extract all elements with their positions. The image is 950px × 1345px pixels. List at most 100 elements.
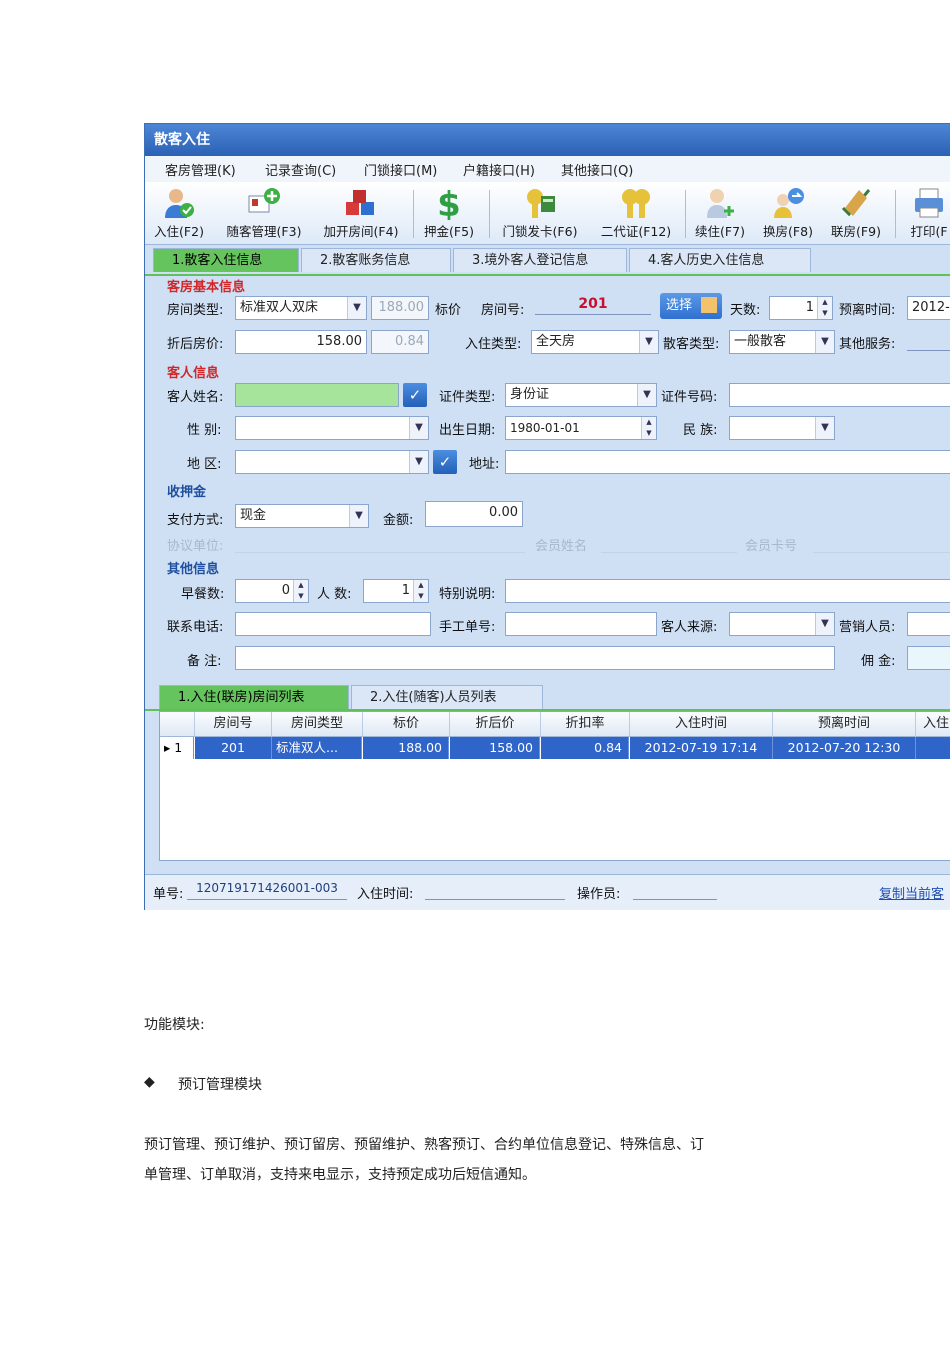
col-price[interactable]: 标价 <box>363 712 450 737</box>
user-swap-icon <box>774 188 804 218</box>
copy-guest-link[interactable]: 复制当前客 <box>879 883 944 902</box>
menu-room-management[interactable]: 客房管理(K) <box>165 160 236 179</box>
phone-input[interactable] <box>235 612 431 636</box>
operator-label: 操作员: <box>577 887 621 902</box>
days-label: 天数: <box>730 303 761 318</box>
region-select[interactable]: ▼ <box>235 450 429 474</box>
menu-lock-interface[interactable]: 门锁接口(M) <box>364 160 437 179</box>
tab-foreign-guest[interactable]: 3.境外客人登记信息 <box>453 248 627 272</box>
amount-input[interactable]: 0.00 <box>425 501 523 527</box>
chevron-down-icon: ▼ <box>815 331 834 353</box>
add-room-button[interactable]: 加开房间(F4) <box>315 186 407 242</box>
col-room-no[interactable]: 房间号 <box>195 712 272 737</box>
guest-name-input[interactable] <box>235 383 399 407</box>
remark-input[interactable] <box>235 646 835 670</box>
extend-stay-button[interactable]: 续住(F7) <box>687 186 753 242</box>
col-room-type[interactable]: 房间类型 <box>272 712 363 737</box>
main-tabs: 1.散客入住信息 2.散客账务信息 3.境外客人登记信息 4.客人历史入住信息 <box>145 246 950 276</box>
spin-icon: ▲ ▼ <box>413 580 428 602</box>
birth-label: 出生日期: <box>439 423 496 438</box>
check-icon[interactable]: ✓ <box>433 450 457 474</box>
nation-select[interactable]: ▼ <box>729 416 835 440</box>
discount-price-field[interactable]: 158.00 <box>235 330 367 354</box>
toolbar: 入住(F2) 随客管理(F3) 加开房间(F4) $ 押金(F5) 门锁发卡(F… <box>145 182 950 245</box>
change-room-button[interactable]: 换房(F8) <box>755 186 821 242</box>
address-input[interactable] <box>505 450 950 474</box>
special-note-input[interactable] <box>505 579 950 603</box>
svg-text:$: $ <box>437 186 461 220</box>
commission-input[interactable] <box>907 646 950 670</box>
checkin-time-value <box>425 881 565 900</box>
list-price-field: 188.00 <box>371 296 429 320</box>
col-depart[interactable]: 预离时间 <box>773 712 916 737</box>
source-select[interactable]: ▼ <box>729 612 835 636</box>
address-label: 地址: <box>469 457 500 472</box>
status-bar: 单号: 120719171426001-003 入住时间: 操作员: 复制当前客 <box>145 874 950 910</box>
col-rate[interactable]: 折扣率 <box>541 712 630 737</box>
guest-type-select[interactable]: 一般散客 ▼ <box>729 330 835 354</box>
days-stepper[interactable]: 1 ▲ ▼ <box>769 296 833 320</box>
select-room-button[interactable]: 选择 <box>660 293 722 319</box>
birth-date-field[interactable]: 1980-01-01 ▲ ▼ <box>505 416 657 440</box>
pay-method-select[interactable]: 现金 ▼ <box>235 504 369 528</box>
deposit-button[interactable]: $ 押金(F5) <box>417 186 481 242</box>
people-label: 人 数: <box>317 587 352 602</box>
user-add-icon <box>248 188 280 213</box>
chevron-down-icon: ▼ <box>639 331 658 353</box>
section-guest-info: 客人信息 <box>167 366 220 381</box>
room-no-field: 201 <box>535 296 651 315</box>
user-plus-icon <box>707 189 734 218</box>
chevron-down-icon: ▼ <box>637 384 656 406</box>
col-checkin[interactable]: 入住时间 <box>630 712 773 737</box>
tab-account-info[interactable]: 2.散客账务信息 <box>301 248 451 272</box>
row-marker: ▸ 1 <box>160 737 194 759</box>
other-service-field[interactable] <box>907 332 950 351</box>
tab-companion-list[interactable]: 2.入住(随客)人员列表 <box>351 685 543 709</box>
sales-input[interactable] <box>907 612 950 636</box>
gender-select[interactable]: ▼ <box>235 416 429 440</box>
guest-name-label: 客人姓名: <box>167 390 224 405</box>
chevron-down-icon: ▼ <box>815 613 834 635</box>
checkin-button[interactable]: 入住(F2) <box>149 186 209 242</box>
print-button[interactable]: 打印(F <box>899 186 950 242</box>
companion-button[interactable]: 随客管理(F3) <box>219 186 309 242</box>
id-type-label: 证件类型: <box>439 390 496 405</box>
window-title: 散客入住 <box>145 124 950 156</box>
member-name-label: 会员姓名 <box>535 539 588 554</box>
gender-label: 性 别: <box>187 423 222 438</box>
tab-room-list[interactable]: 1.入住(联房)房间列表 <box>159 685 349 709</box>
breakfast-stepper[interactable]: 0 ▲ ▼ <box>235 579 309 603</box>
id-type-select[interactable]: 身份证 ▼ <box>505 383 657 407</box>
id-no-input[interactable] <box>729 383 950 407</box>
tab-checkin-info[interactable]: 1.散客入住信息 <box>153 248 299 272</box>
id-no-label: 证件号码: <box>661 390 718 405</box>
pencil-check-icon <box>841 189 871 217</box>
discount-price-label: 折后房价: <box>167 337 224 352</box>
order-no-label: 单号: <box>153 887 184 902</box>
room-type-select[interactable]: 标准双人双床 ▼ <box>235 296 367 320</box>
doc-heading: 功能模块: <box>144 1017 205 1033</box>
people-stepper[interactable]: 1 ▲ ▼ <box>363 579 429 603</box>
id-card-button[interactable]: 二代证(F12) <box>591 186 681 242</box>
bullet-diamond-icon: ◆ <box>144 1074 155 1090</box>
check-icon[interactable]: ✓ <box>403 383 427 407</box>
tab-guest-history[interactable]: 4.客人历史入住信息 <box>629 248 811 272</box>
manual-no-input[interactable] <box>505 612 657 636</box>
col-discount-price[interactable]: 折后价 <box>450 712 541 737</box>
menu-other-interface[interactable]: 其他接口(Q) <box>561 160 633 179</box>
room-grid: 房间号 房间类型 标价 折后价 折扣率 入住时间 预离时间 入住 ▸ 1 201… <box>159 711 950 861</box>
depart-time-field[interactable]: 2012- <box>907 296 950 320</box>
stay-type-select[interactable]: 全天房 ▼ <box>531 330 659 354</box>
nation-label: 民 族: <box>683 423 718 438</box>
menu-record-query[interactable]: 记录查询(C) <box>265 160 336 179</box>
other-service-label: 其他服务: <box>839 337 896 352</box>
link-room-button[interactable]: 联房(F9) <box>823 186 889 242</box>
room-no-label: 房间号: <box>481 303 525 318</box>
chevron-down-icon: ▼ <box>347 297 366 319</box>
spin-icon: ▲ ▼ <box>641 417 656 439</box>
sales-label: 营销人员: <box>839 620 896 635</box>
checkin-time-label: 入住时间: <box>357 887 414 902</box>
issue-card-button[interactable]: 门锁发卡(F6) <box>495 186 585 242</box>
col-checkin-more[interactable]: 入住 <box>916 712 950 737</box>
menu-census-interface[interactable]: 户籍接口(H) <box>463 160 535 179</box>
